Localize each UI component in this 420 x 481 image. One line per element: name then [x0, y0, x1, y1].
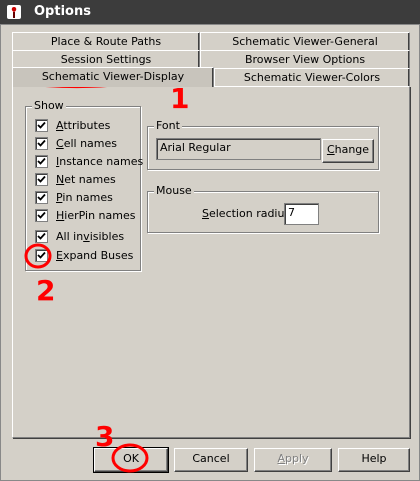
- show-option-row[interactable]: All invisibles: [35, 228, 124, 244]
- show-option-label: Attributes: [56, 118, 111, 132]
- checkmark-icon: [37, 121, 46, 129]
- checkmark-icon: [37, 251, 46, 259]
- app-icon: [7, 5, 21, 19]
- checkmark-icon: [37, 139, 46, 147]
- show-option-label: Expand Buses: [56, 248, 134, 262]
- show-option-row[interactable]: Pin names: [35, 189, 113, 205]
- show-option-label: Net names: [56, 172, 116, 186]
- show-option-row[interactable]: Net names: [35, 171, 116, 187]
- annotation-number-3: 3: [95, 420, 115, 453]
- font-name-field: Arial Regular: [156, 138, 321, 160]
- change-font-button[interactable]: Change: [322, 139, 374, 163]
- window-title: Options: [34, 4, 91, 19]
- show-option-checkbox[interactable]: [35, 190, 48, 204]
- tab-session-settings[interactable]: Session Settings: [12, 50, 200, 68]
- checkmark-icon: [37, 175, 46, 183]
- tab-place-route-paths[interactable]: Place & Route Paths: [12, 32, 200, 50]
- show-option-label: Instance names: [56, 154, 144, 168]
- tab-browser-view-options[interactable]: Browser View Options: [200, 50, 410, 68]
- show-option-label: Pin names: [56, 190, 113, 204]
- show-option-label: HierPin names: [56, 208, 136, 222]
- show-option-checkbox[interactable]: [35, 136, 48, 150]
- selection-radius-input[interactable]: 7: [284, 203, 319, 225]
- show-option-row[interactable]: Expand Buses: [35, 247, 133, 263]
- show-group-title: Show: [32, 99, 66, 112]
- tab-schematic-viewer-display[interactable]: Schematic Viewer-Display: [12, 67, 214, 87]
- show-option-checkbox[interactable]: [35, 208, 48, 222]
- tab-schematic-viewer-colors[interactable]: Schematic Viewer-Colors: [214, 68, 410, 86]
- show-option-checkbox[interactable]: [35, 248, 48, 262]
- show-option-label: All invisibles: [56, 229, 125, 243]
- font-group-title: Font: [154, 119, 182, 132]
- checkmark-icon: [37, 157, 46, 165]
- apply-button[interactable]: Apply: [254, 448, 332, 472]
- annotation-number-2: 2: [36, 274, 56, 307]
- show-option-label: Cell names: [56, 136, 117, 150]
- show-option-row[interactable]: Cell names: [35, 135, 117, 151]
- tab-schematic-viewer-general[interactable]: Schematic Viewer-General: [200, 32, 410, 50]
- mouse-group-title: Mouse: [154, 184, 194, 197]
- show-option-checkbox[interactable]: [35, 154, 48, 168]
- checkmark-icon: [37, 211, 46, 219]
- cancel-button[interactable]: Cancel: [174, 448, 248, 472]
- show-option-row[interactable]: Instance names: [35, 153, 143, 169]
- checkmark-icon: [37, 232, 46, 240]
- help-button[interactable]: Help: [338, 448, 410, 472]
- show-option-checkbox[interactable]: [35, 118, 48, 132]
- selection-radius-label: Selection radius:: [202, 207, 294, 220]
- checkmark-icon: [37, 193, 46, 201]
- show-option-checkbox[interactable]: [35, 229, 48, 243]
- show-option-checkbox[interactable]: [35, 172, 48, 186]
- show-option-row[interactable]: Attributes: [35, 117, 110, 133]
- show-option-row[interactable]: HierPin names: [35, 207, 135, 223]
- title-bar[interactable]: Options: [0, 0, 420, 24]
